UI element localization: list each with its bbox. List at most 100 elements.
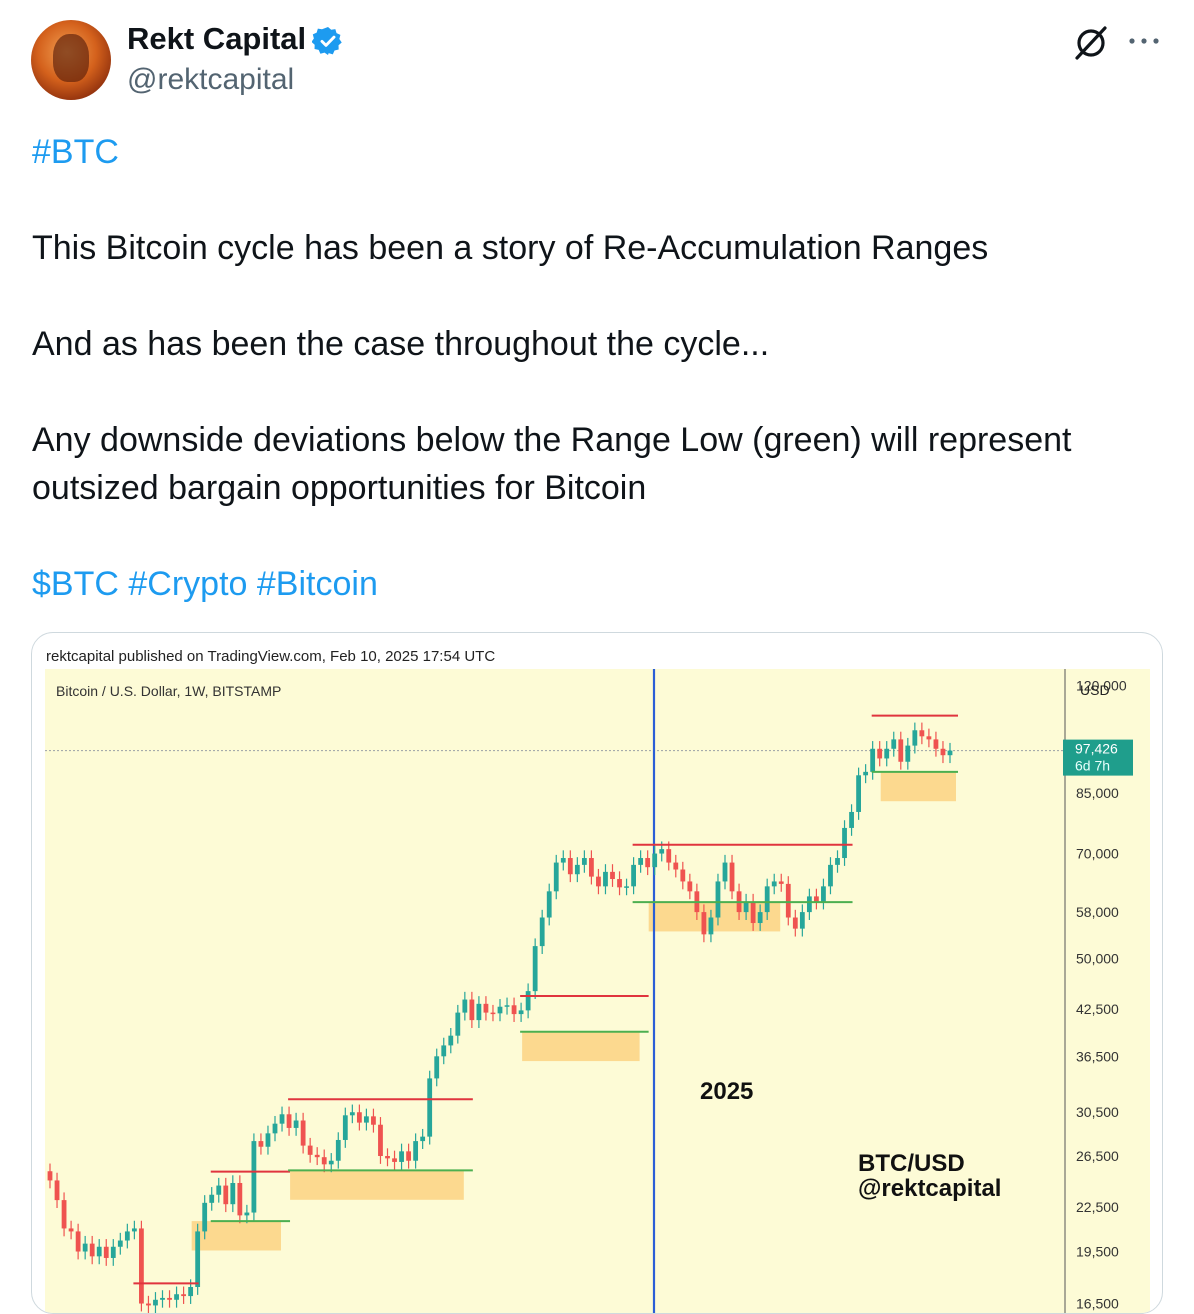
candle-body <box>399 1151 404 1162</box>
candle-body <box>146 1303 151 1306</box>
candle-body <box>279 1114 285 1124</box>
candle-body <box>244 1212 250 1216</box>
avatar-face <box>53 34 89 82</box>
candle-body <box>117 1240 123 1247</box>
candle-body <box>124 1231 130 1241</box>
candle-body <box>174 1294 179 1300</box>
candle-body <box>167 1297 172 1300</box>
candle-body <box>75 1231 81 1252</box>
currency-label: USD <box>1080 682 1110 698</box>
candle-body <box>511 1005 517 1015</box>
price-tick-label: 19,500 <box>1076 1244 1119 1260</box>
candle-body <box>434 1056 440 1079</box>
tweet-line-2: And as has been the case throughout the … <box>32 325 770 363</box>
candle-body <box>715 881 721 918</box>
last-price-countdown: 6d 7h <box>1075 758 1110 774</box>
candle-body <box>567 858 573 875</box>
hashtag-crypto-link[interactable]: #Crypto <box>128 565 247 603</box>
price-tick-label: 70,000 <box>1076 846 1119 862</box>
tweet-line-3b: outsized bargain opportunities for Bitco… <box>32 469 647 507</box>
candle-body <box>870 748 876 772</box>
candle-body <box>659 849 665 854</box>
chart-card[interactable]: rektcapital published on TradingView.com… <box>31 632 1163 1314</box>
year-label: 2025 <box>700 1078 753 1105</box>
candle-body <box>420 1136 426 1142</box>
symbol-label: Bitcoin / U.S. Dollar, 1W, BITSTAMP <box>56 683 281 699</box>
candle-body <box>392 1158 397 1162</box>
candle-body <box>940 748 946 756</box>
candle-body <box>265 1133 271 1147</box>
candle-body <box>785 883 791 918</box>
candle-body <box>490 1012 496 1015</box>
candle-body <box>272 1123 278 1134</box>
candle-body <box>863 771 869 776</box>
candle-body <box>652 853 658 868</box>
candle-body <box>371 1116 376 1125</box>
author-name[interactable]: Rekt Capital <box>127 20 306 58</box>
candle-body <box>427 1078 433 1137</box>
candle-body <box>764 886 770 913</box>
candle-body <box>469 999 475 1021</box>
candle-body <box>385 1156 390 1159</box>
candle-body <box>476 1003 482 1021</box>
watermark-line-2: @rektcapital <box>858 1175 1001 1202</box>
verified-badge-icon <box>312 27 342 55</box>
candle-body <box>610 871 615 880</box>
candle-body <box>195 1231 201 1287</box>
candle-body <box>153 1299 158 1306</box>
candle-body <box>884 748 890 759</box>
candle-body <box>258 1141 264 1147</box>
more-options-icon[interactable] <box>1126 27 1162 55</box>
range-zone <box>880 771 956 802</box>
candle-body <box>849 811 854 828</box>
candle-body <box>504 1005 510 1007</box>
cashtag-btc-link[interactable]: $BTC <box>32 565 119 603</box>
last-price-value: 97,426 <box>1075 741 1118 757</box>
author-handle[interactable]: @rektcapital <box>127 61 294 99</box>
candle-body <box>596 876 601 887</box>
candle-body <box>645 858 651 868</box>
candle-body <box>216 1185 222 1195</box>
candle-body <box>553 862 559 892</box>
candle-body <box>413 1141 419 1161</box>
candle-body <box>898 739 904 762</box>
candle-body <box>680 869 686 882</box>
candle-body <box>96 1246 102 1257</box>
candle-body <box>314 1154 320 1158</box>
candle-body <box>307 1145 313 1155</box>
candle-body <box>335 1139 341 1161</box>
candle-body <box>778 881 784 884</box>
candle-body <box>286 1114 292 1128</box>
candle-body <box>230 1182 236 1205</box>
grok-icon[interactable] <box>1072 24 1110 62</box>
price-tick-label: 30,500 <box>1076 1104 1119 1120</box>
candle-body <box>856 775 861 812</box>
candle-body <box>687 881 693 892</box>
candle-body <box>54 1180 60 1201</box>
candle-body <box>539 917 545 947</box>
avatar[interactable] <box>31 20 111 100</box>
hashtag-btc-link[interactable]: #BTC <box>32 128 119 176</box>
candle-body <box>251 1141 257 1213</box>
candle-body <box>806 896 812 913</box>
candle-body <box>448 1035 454 1046</box>
candle-body <box>603 871 608 887</box>
candle-body <box>455 1012 461 1036</box>
candle-body <box>673 862 679 870</box>
price-tick-label: 36,500 <box>1076 1048 1119 1064</box>
candle-body <box>743 901 749 913</box>
candle-body <box>321 1157 327 1165</box>
candle-body <box>792 917 798 929</box>
price-tick-label: 85,000 <box>1076 785 1119 801</box>
tweet-line-1: This Bitcoin cycle has been a story of R… <box>32 229 989 267</box>
candle-body <box>722 862 728 882</box>
candle-body <box>750 901 756 924</box>
candle-body <box>364 1116 369 1123</box>
candle-body <box>581 858 587 865</box>
hashtag-bitcoin-link[interactable]: #Bitcoin <box>257 565 378 603</box>
candle-body <box>701 912 707 935</box>
candle-body <box>828 864 833 887</box>
candle-body <box>202 1202 208 1232</box>
price-tick-label: 58,000 <box>1076 904 1119 920</box>
candle-body <box>891 739 897 749</box>
